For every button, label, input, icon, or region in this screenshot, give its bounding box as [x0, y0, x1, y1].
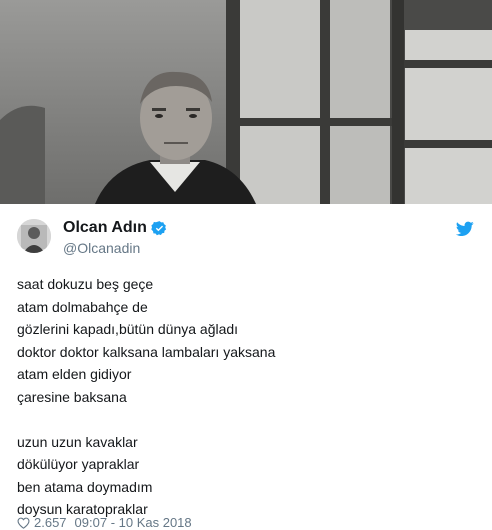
tweet-text: saat dokuzu beş geçe atam dolmabahçe de …	[17, 273, 477, 521]
tweet-line: saat dokuzu beş geçe	[17, 276, 154, 292]
tweet-line: dökülüyor yapraklar	[17, 456, 140, 472]
author-name[interactable]: Olcan Adın	[63, 219, 147, 237]
tweet-line: atam elden gidiyor	[17, 366, 132, 382]
header-photo	[0, 0, 492, 204]
avatar[interactable]	[17, 219, 51, 253]
author-row[interactable]: Olcan Adın	[63, 219, 168, 237]
tweet-line: ben atama doymadım	[17, 478, 153, 495]
tweet-line: çaresine baksana	[17, 388, 127, 405]
twitter-bird-icon[interactable]	[456, 221, 474, 237]
tweet-line: gözlerini kapadı,bütün dünya ağladı	[17, 321, 239, 337]
tweet-line: uzun uzun kavaklar	[17, 433, 138, 450]
heart-icon[interactable]	[17, 517, 30, 529]
tweet-line: doktor doktor kalksana lambaları yaksana	[17, 343, 276, 360]
verified-badge-icon	[151, 220, 166, 235]
tweet-line: atam dolmabahçe de	[17, 298, 148, 315]
author-handle[interactable]: @Olcanadin	[63, 240, 140, 256]
